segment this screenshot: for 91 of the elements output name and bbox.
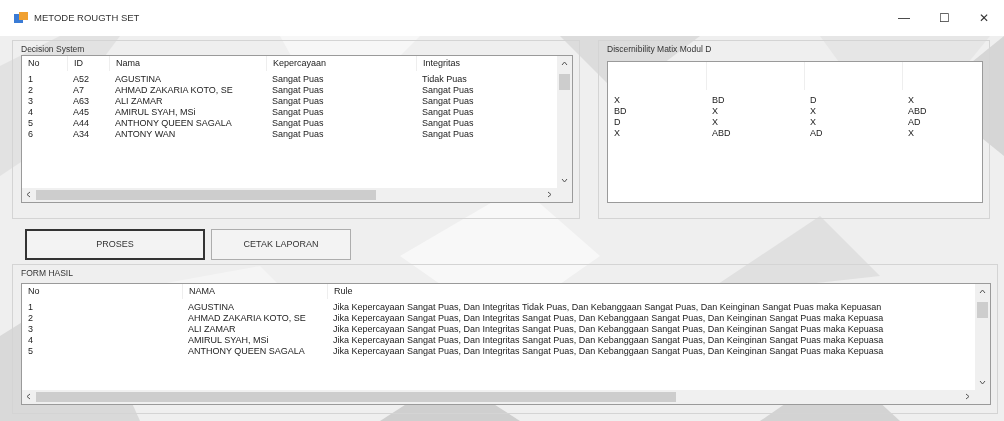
table-cell-text: X — [907, 128, 915, 139]
table-cell-text: Sangat Puas — [421, 96, 475, 107]
table-cell-text: Sangat Puas — [421, 107, 475, 118]
scroll-down-icon[interactable] — [561, 177, 568, 184]
scrollbar-thumb[interactable] — [36, 190, 376, 200]
table-cell-text: A45 — [72, 107, 90, 118]
table-cell-text: ABD — [907, 106, 928, 117]
proses-button[interactable]: PROSES — [25, 229, 205, 260]
scroll-up-icon[interactable] — [979, 288, 986, 295]
table-cell-text: X — [711, 106, 719, 117]
table-cell-text: Sangat Puas — [271, 129, 325, 140]
table-cell-text: Sangat Puas — [271, 74, 325, 85]
table-cell-text: ABD — [711, 128, 732, 139]
group-title: Decision System — [21, 43, 85, 56]
table-cell-text: 4 — [27, 107, 34, 118]
table-cell-text: A52 — [72, 74, 90, 85]
table-cell-text: X — [809, 117, 817, 128]
table-cell-text: Sangat Puas — [271, 85, 325, 96]
column-header: No — [27, 285, 41, 298]
table-cell-text: 3 — [27, 324, 34, 335]
table-cell-text: X — [613, 95, 621, 106]
table-cell-text: 5 — [27, 118, 34, 129]
table-cell-text: BD — [613, 106, 628, 117]
table-cell-text: ANTONY WAN — [114, 129, 177, 140]
scrollbar-thumb[interactable] — [36, 392, 676, 402]
table-cell-text: D — [613, 117, 622, 128]
table-cell-text: Sangat Puas — [271, 107, 325, 118]
table-cell-text: ALI ZAMAR — [114, 96, 164, 107]
table-cell-text: A34 — [72, 129, 90, 140]
table-cell-text: ANTHONY QUEEN SAGALA — [114, 118, 233, 129]
scroll-right-icon[interactable] — [964, 393, 971, 400]
table-cell-text: AGUSTINA — [187, 302, 235, 313]
column-header: NAMA — [182, 284, 327, 299]
scrollbar-thumb[interactable] — [977, 302, 988, 318]
minimize-button[interactable]: — — [884, 9, 924, 27]
group-title: Discernibility Matix Modul D — [607, 43, 712, 56]
scroll-right-icon[interactable] — [546, 191, 553, 198]
table-cell-text: AMIRUL SYAH, MSi — [114, 107, 197, 118]
table-cell-text: 2 — [27, 85, 34, 96]
table-cell-text: X — [809, 106, 817, 117]
table-cell-text: AD — [907, 117, 922, 128]
scroll-left-icon[interactable] — [25, 191, 32, 198]
table-cell-text: AHMAD ZAKARIA KOTO, SE — [187, 313, 307, 324]
table-cell-text: Tidak Puas — [421, 74, 468, 85]
column-header: Integritas — [416, 56, 556, 71]
table-cell-text: A7 — [72, 85, 85, 96]
table-cell-text: A63 — [72, 96, 90, 107]
table-cell-text: X — [613, 128, 621, 139]
table-cell-text: Sangat Puas — [271, 118, 325, 129]
table-cell-text: Jika Kepercayaan Sangat Puas, Dan Integritas Sangat Puas, Dan Kebanggaan Sangat Puas, Dan Keinginan Sangat Puas maka Kepuasa — [332, 346, 885, 357]
scrollbar-thumb[interactable] — [559, 74, 570, 90]
window-title: METODE ROUGTH SET — [34, 10, 140, 25]
table-cell-text: 1 — [27, 302, 34, 313]
table-cell-text: 6 — [27, 129, 34, 140]
maximize-button[interactable]: ☐ — [924, 9, 964, 27]
table-cell-text: 2 — [27, 313, 34, 324]
table-cell-text: AGUSTINA — [114, 74, 162, 85]
table-cell-text: A44 — [72, 118, 90, 129]
print-report-button[interactable]: CETAK LAPORAN — [211, 229, 351, 260]
column-header: Rule — [327, 284, 967, 299]
table-cell-text: X — [711, 117, 719, 128]
table-cell-text: Sangat Puas — [421, 129, 475, 140]
scroll-left-icon[interactable] — [25, 393, 32, 400]
table-cell-text: D — [809, 95, 818, 106]
table-cell-text: X — [907, 95, 915, 106]
table-cell-text: Sangat Puas — [421, 85, 475, 96]
group-title: FORM HASIL — [21, 267, 73, 280]
app-icon — [14, 12, 28, 24]
table-cell-text: 1 — [27, 74, 34, 85]
column-header: ID — [67, 56, 109, 71]
table-cell-text: AHMAD ZAKARIA KOTO, SE — [114, 85, 234, 96]
column-header: Kepercayaan — [266, 56, 416, 71]
table-cell-text: 5 — [27, 346, 34, 357]
table-cell-text: Jika Kepercayaan Sangat Puas, Dan Integritas Sangat Puas, Dan Kebanggaan Sangat Puas, Dan Keinginan Sangat Puas maka Kepuasa — [332, 324, 885, 335]
close-button[interactable]: ✕ — [964, 9, 1004, 27]
column-header: Nama — [109, 56, 266, 71]
table-cell-text: Sangat Puas — [421, 118, 475, 129]
table-cell-text: Jika Kepercayaan Sangat Puas, Dan Integritas Tidak Puas, Dan Kebanggaan Sangat Puas, Dan Keinginan Sangat Puas maka Kepuasan — [332, 302, 883, 313]
table-cell-text: BD — [711, 95, 726, 106]
scroll-down-icon[interactable] — [979, 379, 986, 386]
table-cell-text: Sangat Puas — [271, 96, 325, 107]
scroll-up-icon[interactable] — [561, 60, 568, 67]
column-header: No — [27, 57, 41, 70]
table-cell-text: AMIRUL SYAH, MSi — [187, 335, 270, 346]
table-cell-text: ANTHONY QUEEN SAGALA — [187, 346, 306, 357]
table-cell-text: 4 — [27, 335, 34, 346]
table-cell-text: ALI ZAMAR — [187, 324, 237, 335]
table-cell-text: 3 — [27, 96, 34, 107]
table-cell-text: AD — [809, 128, 824, 139]
table-cell-text: Jika Kepercayaan Sangat Puas, Dan Integritas Sangat Puas, Dan Kebanggaan Sangat Puas, Dan Keinginan Sangat Puas maka Kepuasa — [332, 335, 885, 346]
table-cell-text: Jika Kepercayaan Sangat Puas, Dan Integritas Sangat Puas, Dan Kebanggaan Sangat Puas, Dan Keinginan Sangat Puas maka Kepuasa — [332, 313, 885, 324]
